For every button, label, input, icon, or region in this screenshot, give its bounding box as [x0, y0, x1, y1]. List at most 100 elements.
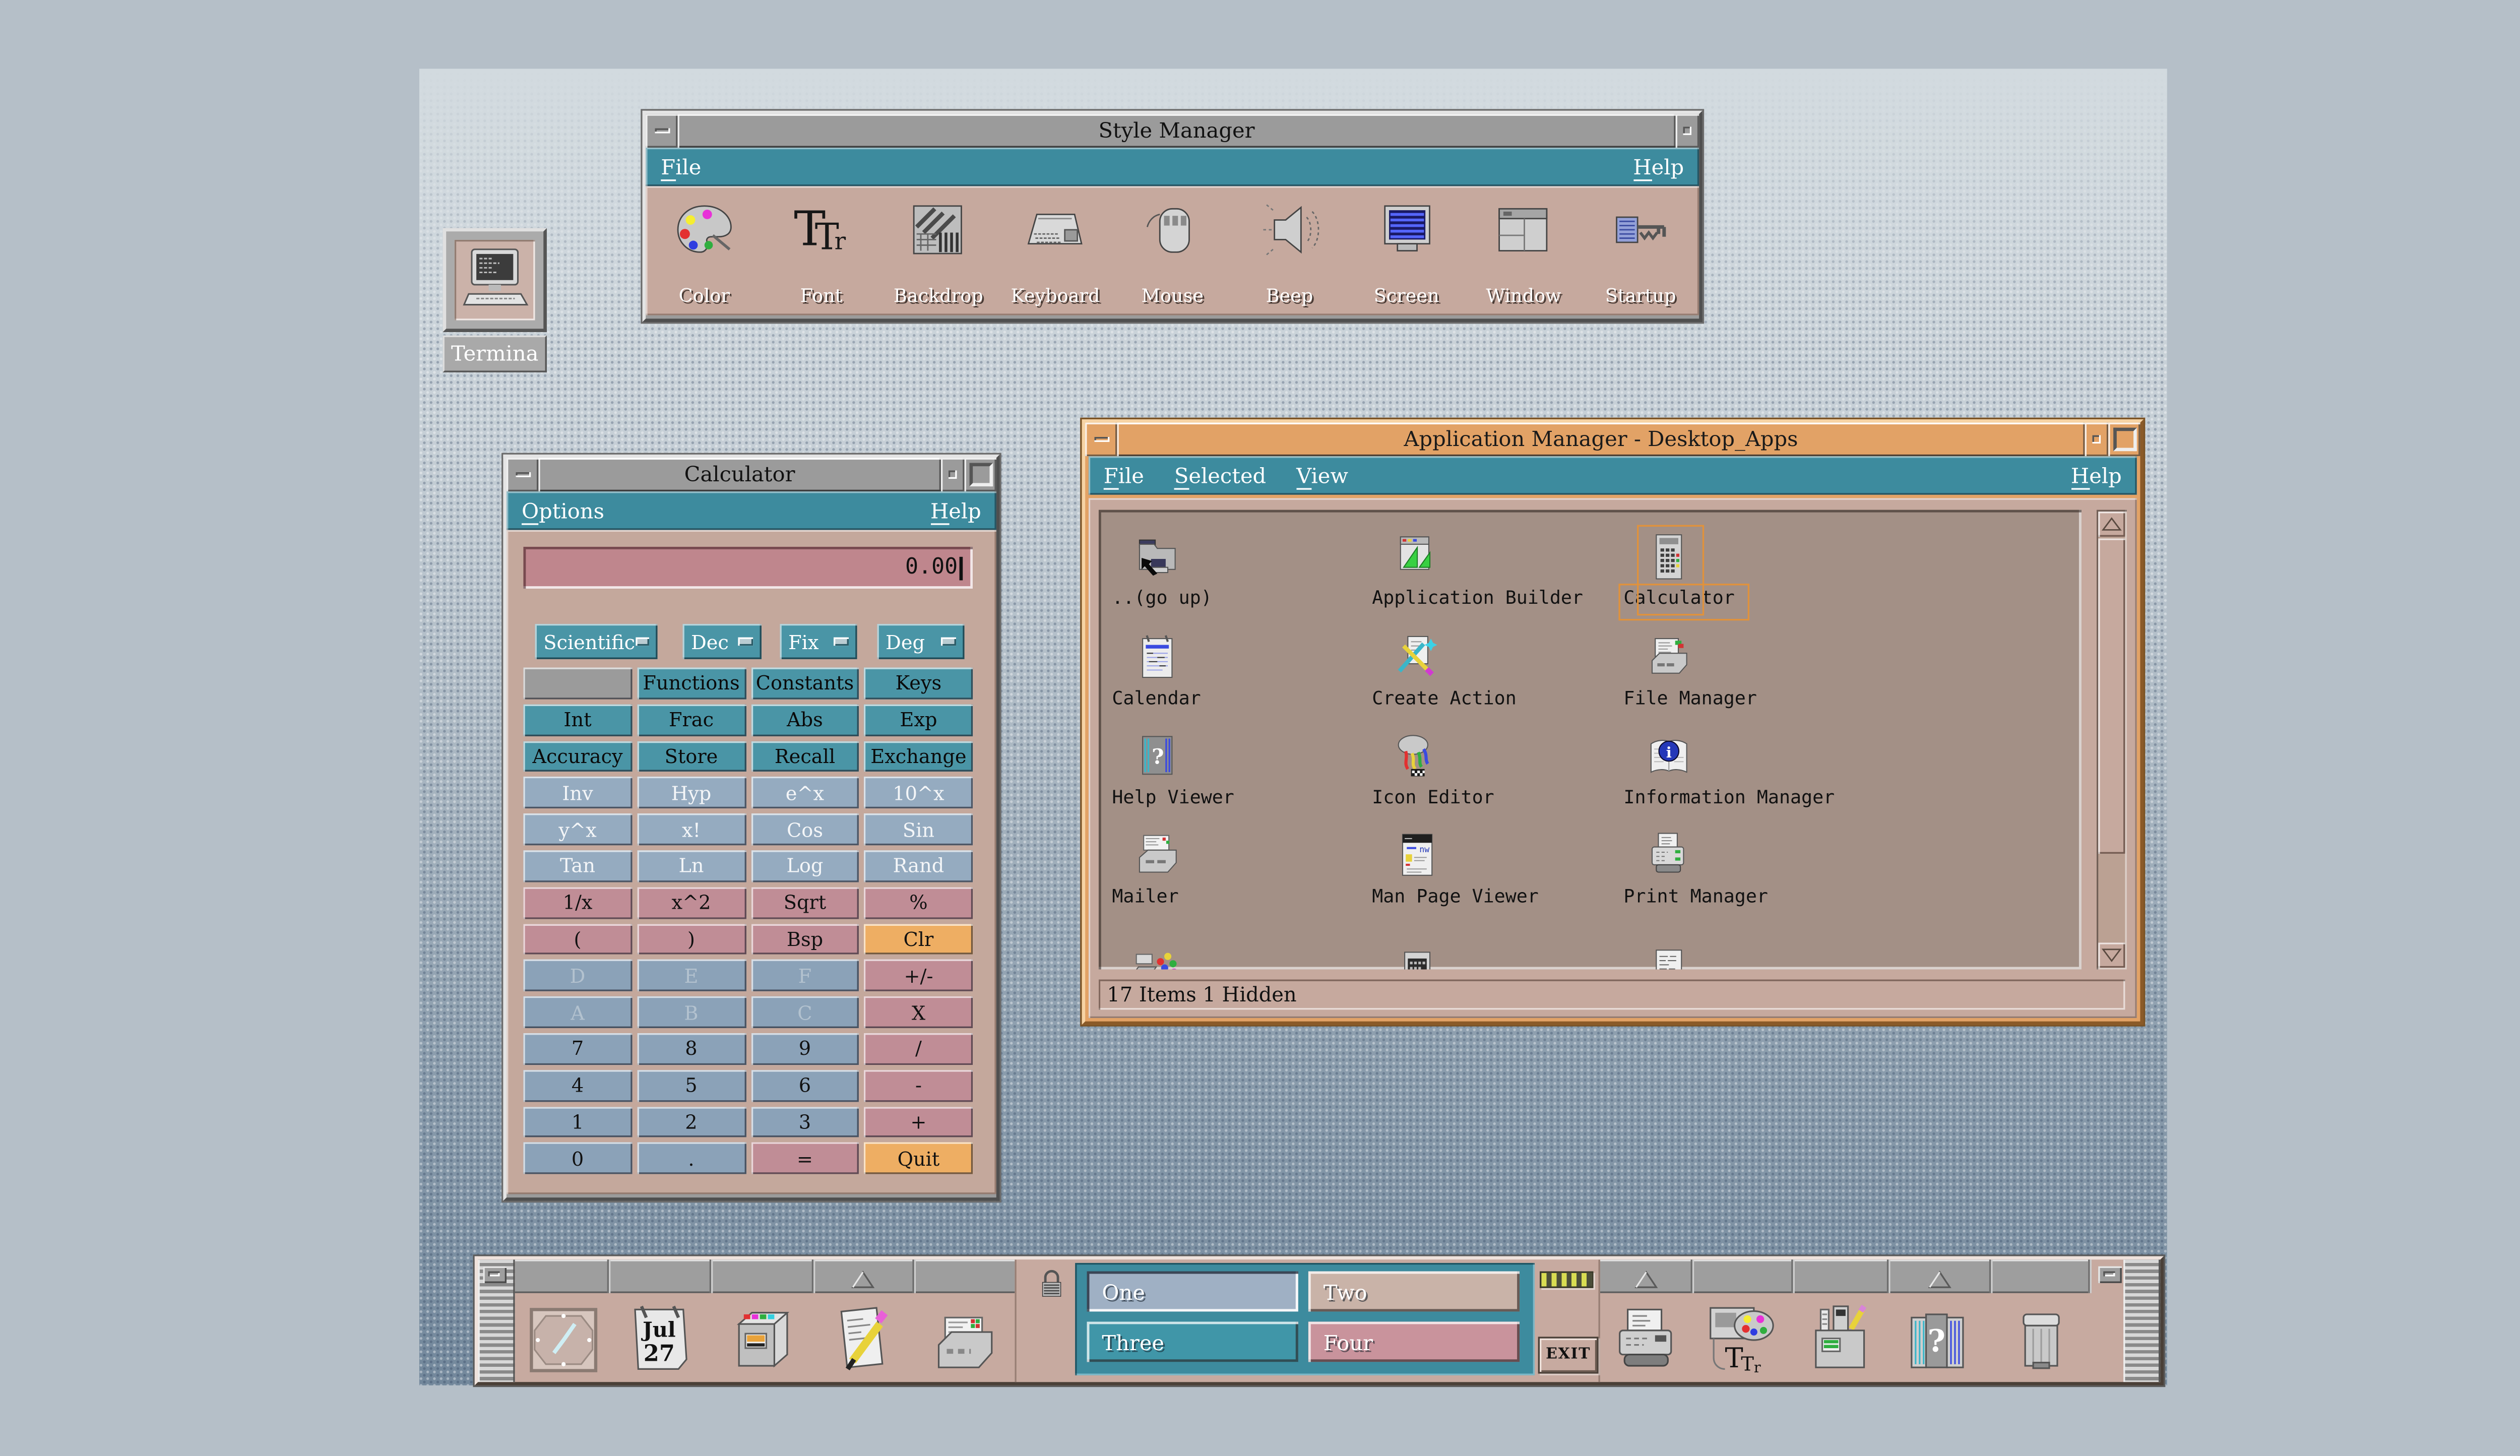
subpanel-arrow-printer[interactable]	[1633, 1264, 1659, 1285]
calc-key-store[interactable]: Store	[637, 741, 745, 773]
calc-key-0[interactable]: 0	[523, 1143, 632, 1174]
calc-key-x![interactable]: x!	[637, 814, 745, 846]
mode-button-deg[interactable]: Deg	[877, 624, 964, 659]
calc-key-constants[interactable]: Constants	[750, 668, 859, 700]
style-manager-item-mouse[interactable]: Mouse	[1114, 186, 1231, 315]
style-manager-item-font[interactable]: TTrFont	[763, 186, 879, 315]
calc-key-2[interactable]: 2	[637, 1106, 745, 1138]
style-manager-item-color[interactable]: Color	[646, 186, 763, 315]
calc-key-frac[interactable]: Frac	[637, 704, 745, 736]
app-item-mailer[interactable]: Mailer	[1112, 830, 1182, 907]
calc-key-yx[interactable]: y^x	[523, 814, 632, 846]
style-manager-item-window[interactable]: Window	[1465, 186, 1582, 315]
calc-key--[interactable]: -	[864, 1069, 973, 1101]
calc-key-x2[interactable]: x^2	[637, 887, 745, 919]
workspace-button-two[interactable]: Two	[1308, 1272, 1520, 1312]
calc-key-d[interactable]: D	[523, 960, 632, 992]
panel-iconify-button-right[interactable]	[2098, 1267, 2122, 1283]
calc-key-f[interactable]: F	[750, 960, 859, 992]
menu-help[interactable]: Help	[1618, 154, 1699, 179]
calc-key-6[interactable]: 6	[750, 1069, 859, 1101]
style-manager-item-startup[interactable]: Startup	[1582, 186, 1699, 315]
calc-key-([interactable]: (	[523, 923, 632, 955]
menu-file[interactable]: File	[1089, 463, 1159, 488]
panel-control-trash[interactable]	[1989, 1296, 2092, 1383]
calc-key-quit[interactable]: Quit	[864, 1143, 973, 1174]
app-item-application-builder[interactable]: Application Builder	[1372, 532, 1583, 609]
minimize-button[interactable]	[507, 458, 538, 492]
app-item-create-action[interactable]: Create Action	[1372, 632, 1517, 710]
calc-key-exchange[interactable]: Exchange	[864, 741, 973, 773]
calc-key-tan[interactable]: Tan	[523, 850, 632, 882]
calc-key-cos[interactable]: Cos	[750, 814, 859, 846]
maximize-button[interactable]	[965, 458, 996, 492]
calc-key-int[interactable]: Int	[523, 704, 632, 736]
panel-control-applications[interactable]	[1791, 1296, 1887, 1383]
calc-key-3[interactable]: 3	[750, 1106, 859, 1138]
calc-key-e[interactable]: E	[637, 960, 745, 992]
calc-key-+[interactable]: +	[864, 1106, 973, 1138]
calc-key-%[interactable]: %	[864, 887, 973, 919]
app-item-calendar[interactable]: Calendar	[1112, 632, 1201, 710]
calc-key-+/-[interactable]: +/-	[864, 960, 973, 992]
window-menu-button[interactable]	[941, 458, 965, 492]
panel-control-mail[interactable]	[912, 1296, 1015, 1383]
calc-key-bsp[interactable]: Bsp	[750, 923, 859, 955]
calc-key-abs[interactable]: Abs	[750, 704, 859, 736]
app-item-man-page-viewer[interactable]: nwMan Page Viewer	[1372, 830, 1539, 907]
app-item-calculator[interactable]: Calculator	[1623, 532, 1734, 609]
calc-key-8[interactable]: 8	[637, 1033, 745, 1065]
app-item-partial[interactable]	[1112, 946, 1182, 970]
menu-file[interactable]: File	[646, 154, 716, 179]
calc-key-hyp[interactable]: Hyp	[637, 777, 745, 809]
scrollbar-thumb[interactable]	[2098, 538, 2125, 854]
style-manager-item-backdrop[interactable]: Backdrop	[880, 186, 997, 315]
calc-key-recall[interactable]: Recall	[750, 741, 859, 773]
calc-key-4[interactable]: 4	[523, 1069, 632, 1101]
calc-key-ex[interactable]: e^x	[750, 777, 859, 809]
panel-iconify-button-left[interactable]	[483, 1267, 507, 1283]
mode-button-fix[interactable]: Fix	[780, 624, 857, 659]
panel-control-printer[interactable]	[1600, 1296, 1691, 1383]
exit-button[interactable]: EXIT	[1538, 1337, 1599, 1373]
style-manager-item-screen[interactable]: Screen	[1348, 186, 1465, 315]
app-item-icon-editor[interactable]: Icon Editor	[1372, 731, 1494, 808]
calc-key-a[interactable]: A	[523, 996, 632, 1028]
calc-key-sin[interactable]: Sin	[864, 814, 973, 846]
menu-options[interactable]: Options	[507, 498, 619, 523]
lock-icon[interactable]	[1035, 1267, 1068, 1312]
calc-key-7[interactable]: 7	[523, 1033, 632, 1065]
calc-key-sqrt[interactable]: Sqrt	[750, 887, 859, 919]
calc-key-5[interactable]: 5	[637, 1069, 745, 1101]
subpanel-arrow-help[interactable]	[1926, 1264, 1951, 1285]
calc-key-9[interactable]: 9	[750, 1033, 859, 1065]
calc-key-1[interactable]: 1	[523, 1106, 632, 1138]
vertical-scrollbar[interactable]	[2097, 510, 2127, 970]
workspace-button-four[interactable]: Four	[1308, 1321, 1520, 1362]
subpanel-arrow-text-editor[interactable]	[850, 1264, 875, 1285]
calculator-display[interactable]: 0.00	[523, 547, 973, 589]
calc-key-accuracy[interactable]: Accuracy	[523, 741, 632, 773]
minimize-button[interactable]	[1085, 423, 1117, 457]
maximize-button[interactable]	[2108, 423, 2140, 457]
panel-control-help[interactable]: ?	[1887, 1296, 1989, 1383]
terminal-minimized-icon[interactable]: Termina	[443, 228, 547, 372]
calc-key-keys[interactable]: Keys	[864, 668, 973, 700]
mode-button-scientific[interactable]: Scientific	[535, 624, 658, 659]
app-item----go-up-[interactable]: ..(go up)	[1112, 532, 1212, 609]
window-menu-button[interactable]	[2085, 423, 2109, 457]
panel-control-clock[interactable]	[518, 1296, 607, 1383]
minimize-button[interactable]	[646, 114, 677, 148]
calc-key-clr[interactable]: Clr	[864, 923, 973, 955]
calc-key-c[interactable]: C	[750, 996, 859, 1028]
calculator-titlebar[interactable]: Calculator	[507, 458, 996, 492]
calc-key-x[interactable]: X	[864, 996, 973, 1028]
style-manager-titlebar[interactable]: Style Manager	[646, 114, 1699, 148]
app-item-file-manager[interactable]: File Manager	[1623, 632, 1757, 710]
style-manager-item-keyboard[interactable]: Keyboard	[997, 186, 1114, 315]
style-manager-item-beep[interactable]: Beep	[1231, 186, 1348, 315]
app-item-help-viewer[interactable]: ?Help Viewer	[1112, 731, 1234, 808]
calc-key-1/x[interactable]: 1/x	[523, 887, 632, 919]
app-item-print-manager[interactable]: Print Manager	[1623, 830, 1768, 907]
calc-key-10x[interactable]: 10^x	[864, 777, 973, 809]
